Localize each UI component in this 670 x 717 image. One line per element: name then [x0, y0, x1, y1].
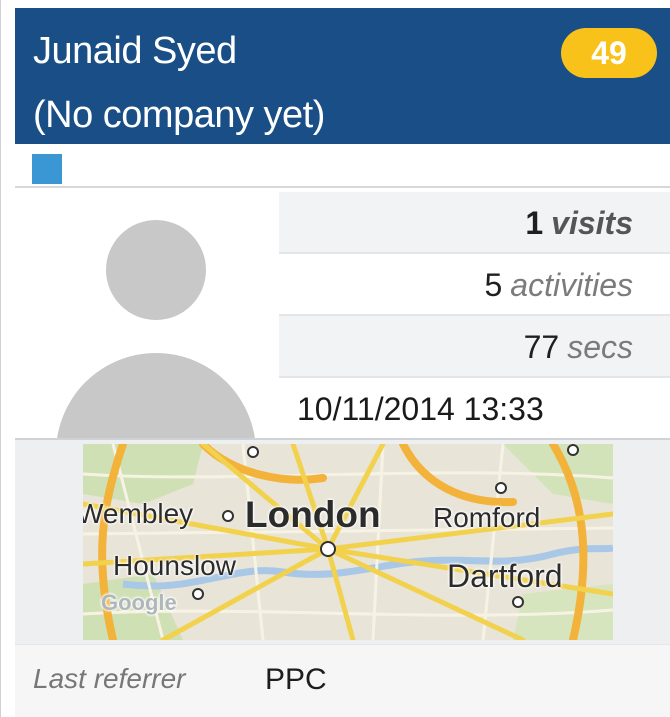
stat-visits: 1 visits	[279, 192, 670, 254]
referrer-row: Last referrer PPC	[15, 644, 670, 717]
stat-activities: 5 activities	[279, 254, 670, 316]
contact-company: (No company yet)	[33, 94, 325, 136]
stat-visits-value: 1	[525, 205, 544, 241]
stats-panel: 1 visits 5 activities 77 secs 10/11/2014 13…	[279, 190, 670, 438]
avatar-body-icon	[56, 353, 256, 438]
tag-row	[15, 144, 670, 188]
last-visit-timestamp: 10/11/2014 13:33	[297, 391, 544, 427]
tag-color-marker[interactable]	[32, 154, 62, 184]
contact-header[interactable]: Junaid Syed (No company yet) 49	[15, 8, 670, 144]
stat-time: 77 secs	[279, 316, 670, 378]
referrer-value: PPC	[265, 663, 327, 696]
map-section: Wembley London Romford Hounslow Dartford…	[15, 440, 670, 644]
stat-visits-unit: visits	[551, 205, 633, 241]
stat-activities-unit: activities	[510, 267, 633, 303]
avatar	[15, 190, 279, 438]
stat-time-unit: secs	[567, 329, 633, 365]
map-label-wembley: Wembley	[83, 498, 194, 529]
google-logo: Google	[101, 590, 177, 615]
score-badge: 49	[561, 28, 657, 78]
map-label-london: London	[245, 494, 381, 535]
contact-name[interactable]: Junaid Syed	[33, 30, 237, 73]
stat-activities-value: 5	[484, 267, 503, 303]
map-label-romford: Romford	[433, 502, 541, 533]
map-label-dartford: Dartford	[447, 558, 563, 594]
location-map[interactable]: Wembley London Romford Hounslow Dartford…	[83, 444, 613, 640]
map-label-hounslow: Hounslow	[113, 550, 236, 581]
contact-card: Junaid Syed (No company yet) 49 1 visits …	[0, 0, 670, 717]
stat-time-value: 77	[523, 329, 560, 365]
referrer-label: Last referrer	[33, 663, 186, 694]
avatar-head-icon	[106, 220, 206, 320]
